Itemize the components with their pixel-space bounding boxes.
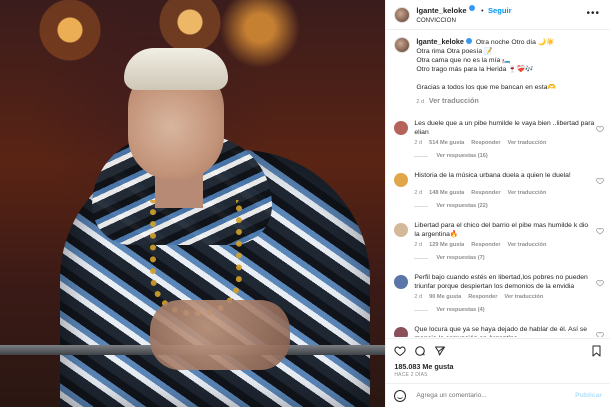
comment-avatar[interactable]	[394, 275, 409, 289]
more-options-button[interactable]: •••	[586, 9, 600, 19]
likes-count[interactable]: 185.083 Me gusta	[386, 360, 610, 371]
replies-label: Ver respuestas (22)	[436, 203, 488, 209]
username[interactable]: lgante_keloke	[416, 6, 466, 15]
caption-translate-link[interactable]: Ver traducción	[429, 96, 479, 105]
comment-avatar[interactable]	[394, 223, 409, 237]
translate-link[interactable]: Ver traducción	[508, 242, 547, 248]
add-comment-bar: Publicar	[386, 383, 610, 407]
bookmark-icon[interactable]	[591, 345, 602, 360]
gold-chain	[150, 200, 242, 316]
publish-button[interactable]: Publicar	[575, 392, 602, 399]
caption-username[interactable]: lgante_keloke	[416, 37, 464, 46]
comment-age: 2 d	[414, 242, 423, 248]
comment-avatar[interactable]	[394, 327, 409, 337]
caption-thanks: Gracias a todos los que me bancan en est…	[416, 84, 556, 91]
reply-button[interactable]: Responder	[471, 242, 500, 248]
comment-age: 2 d	[414, 140, 423, 146]
comment: Que locura que ya se haya dejado de habl…	[386, 325, 610, 337]
reply-button[interactable]: Responder	[471, 190, 500, 196]
translate-link[interactable]: Ver traducción	[508, 190, 547, 196]
comment-like-icon[interactable]	[596, 177, 604, 187]
caption-age: 2 d	[416, 99, 425, 105]
caption: lgante_keloke Otra noche Otro día 🌙☀️ Ot…	[386, 30, 610, 107]
post-header: lgante_keloke • Seguir CONVICCION •••	[386, 0, 610, 30]
translate-link[interactable]: Ver traducción	[504, 294, 543, 300]
post-sidebar: lgante_keloke • Seguir CONVICCION ••• lg…	[385, 0, 610, 407]
view-replies-button[interactable]: Ver respuestas (7)	[414, 255, 602, 261]
hair	[124, 48, 228, 90]
replies-label: Ver respuestas (7)	[436, 255, 485, 261]
caption-line-1: Otra noche Otro día 🌙☀️	[475, 39, 555, 46]
comment-text: Libertad para el chico del barrio el pib…	[414, 222, 589, 238]
replies-dash	[414, 205, 429, 207]
comment: Historia de la música urbana duela a qui…	[386, 171, 610, 209]
comment-like-icon[interactable]	[596, 279, 604, 289]
replies-label: Ver respuestas (4)	[436, 307, 485, 313]
comment-like-icon[interactable]	[596, 125, 604, 135]
comment-likes[interactable]: 514 Me gusta	[429, 140, 464, 146]
send-icon[interactable]	[434, 345, 446, 360]
comment-icon[interactable]	[414, 345, 426, 360]
verified-icon	[468, 4, 475, 11]
hands	[150, 300, 290, 370]
verified-icon	[465, 38, 472, 45]
comment-input[interactable]	[414, 391, 569, 400]
audio-subtitle[interactable]: CONVICCION	[416, 16, 511, 25]
view-replies-button[interactable]: Ver respuestas (16)	[414, 153, 602, 159]
post-actions: 185.083 Me gusta HACE 2 DÍAS	[386, 338, 610, 378]
heart-icon[interactable]	[394, 345, 406, 360]
comment-likes[interactable]: 90 Me gusta	[429, 294, 461, 300]
comment-like-icon[interactable]	[596, 331, 604, 337]
view-replies-button[interactable]: Ver respuestas (22)	[414, 203, 602, 209]
comment-likes[interactable]: 148 Me gusta	[429, 190, 464, 196]
comment-like-icon[interactable]	[596, 227, 604, 237]
comment-age: 2 d	[414, 190, 423, 196]
comment-likes[interactable]: 129 Me gusta	[429, 242, 464, 248]
caption-line-2: Otra rima Otra poesía 📝	[416, 48, 493, 55]
comment: Libertad para el chico del barrio el pib…	[386, 221, 610, 261]
separator: •	[481, 8, 484, 15]
comment-avatar[interactable]	[394, 173, 409, 187]
comment-avatar[interactable]	[394, 121, 409, 135]
comment-text: Historia de la música urbana duela a qui…	[414, 172, 571, 179]
replies-dash	[414, 155, 429, 157]
comment: Les duele que a un pibe humilde le vaya …	[386, 119, 610, 159]
comment-text: Perfil bajo cuando estés en libertad,los…	[414, 274, 588, 290]
avatar[interactable]	[394, 6, 411, 23]
comment-text: Les duele que a un pibe humilde le vaya …	[414, 120, 595, 136]
post-image[interactable]	[0, 0, 386, 407]
replies-dash	[414, 257, 429, 259]
follow-button[interactable]: Seguir	[488, 6, 512, 15]
comments-scroll[interactable]: lgante_keloke Otra noche Otro día 🌙☀️ Ot…	[386, 30, 610, 337]
caption-line-3: Otra cama que no es la mía 🛏️	[416, 57, 511, 64]
caption-avatar[interactable]	[394, 37, 411, 53]
comment-text: Que locura que ya se haya dejado de habl…	[414, 326, 588, 337]
comment-age: 2 d	[414, 294, 423, 300]
translate-link[interactable]: Ver traducción	[508, 140, 547, 146]
view-replies-button[interactable]: Ver respuestas (4)	[414, 307, 602, 313]
replies-dash	[414, 309, 429, 311]
reply-button[interactable]: Responder	[468, 294, 497, 300]
reply-button[interactable]: Responder	[471, 140, 500, 146]
caption-line-4: Otro trago más para la Herida 🍷❤️‍🩹🎶	[416, 66, 534, 73]
comment: Perfil bajo cuando estés en libertad,los…	[386, 273, 610, 313]
replies-label: Ver respuestas (16)	[436, 153, 488, 159]
emoji-icon[interactable]	[394, 389, 407, 402]
post-date: HACE 2 DÍAS	[394, 372, 428, 378]
